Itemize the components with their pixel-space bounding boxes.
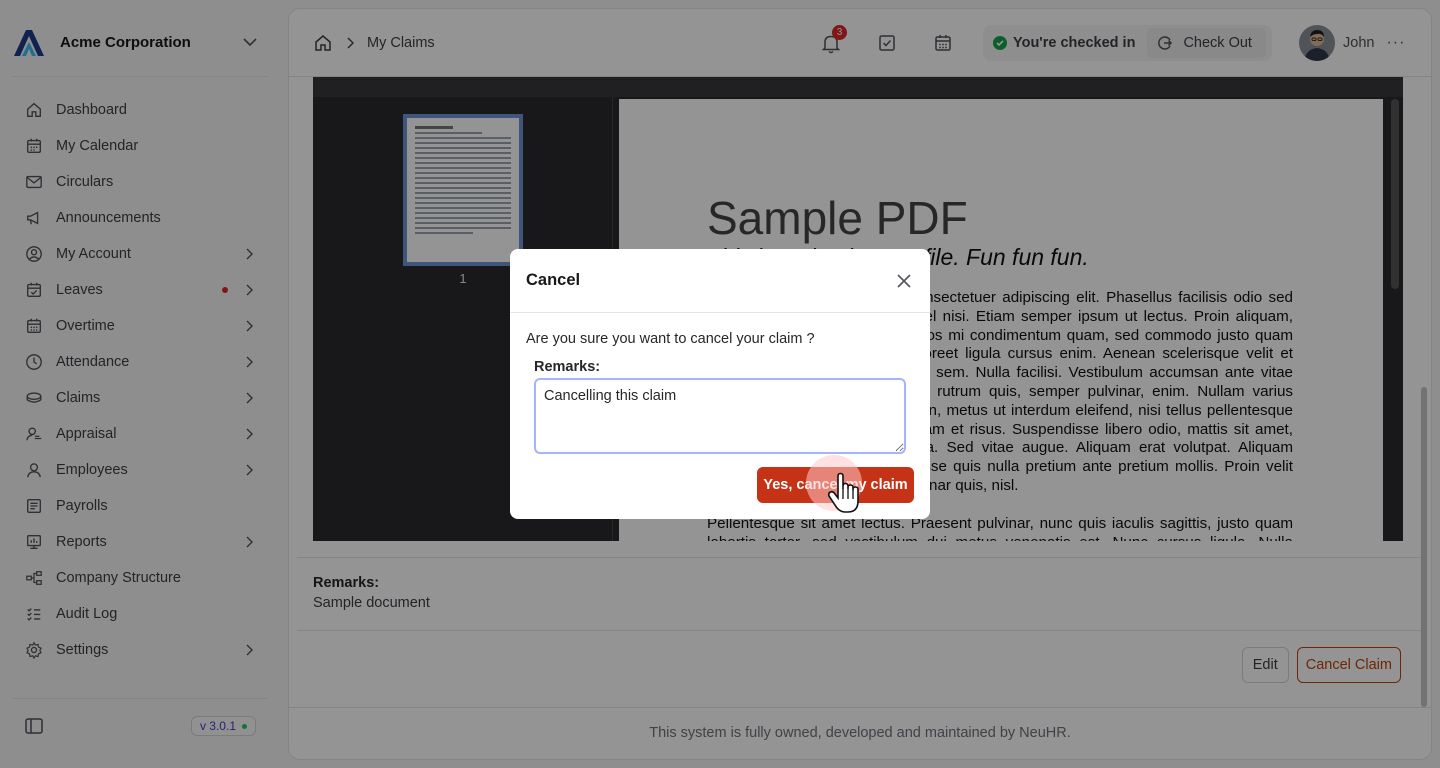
remarks-label: Remarks: [534, 359, 601, 375]
dialog-header: Cancel [510, 249, 930, 313]
dialog-message: Are you sure you want to cancel your cla… [526, 331, 815, 347]
close-icon[interactable] [894, 271, 914, 291]
hand-cursor-icon [827, 472, 859, 513]
dialog-title: Cancel [526, 271, 581, 289]
remarks-textarea[interactable]: Cancelling this claim [534, 378, 906, 454]
cancel-claim-dialog: Cancel Are you sure you want to cancel y… [510, 249, 930, 519]
